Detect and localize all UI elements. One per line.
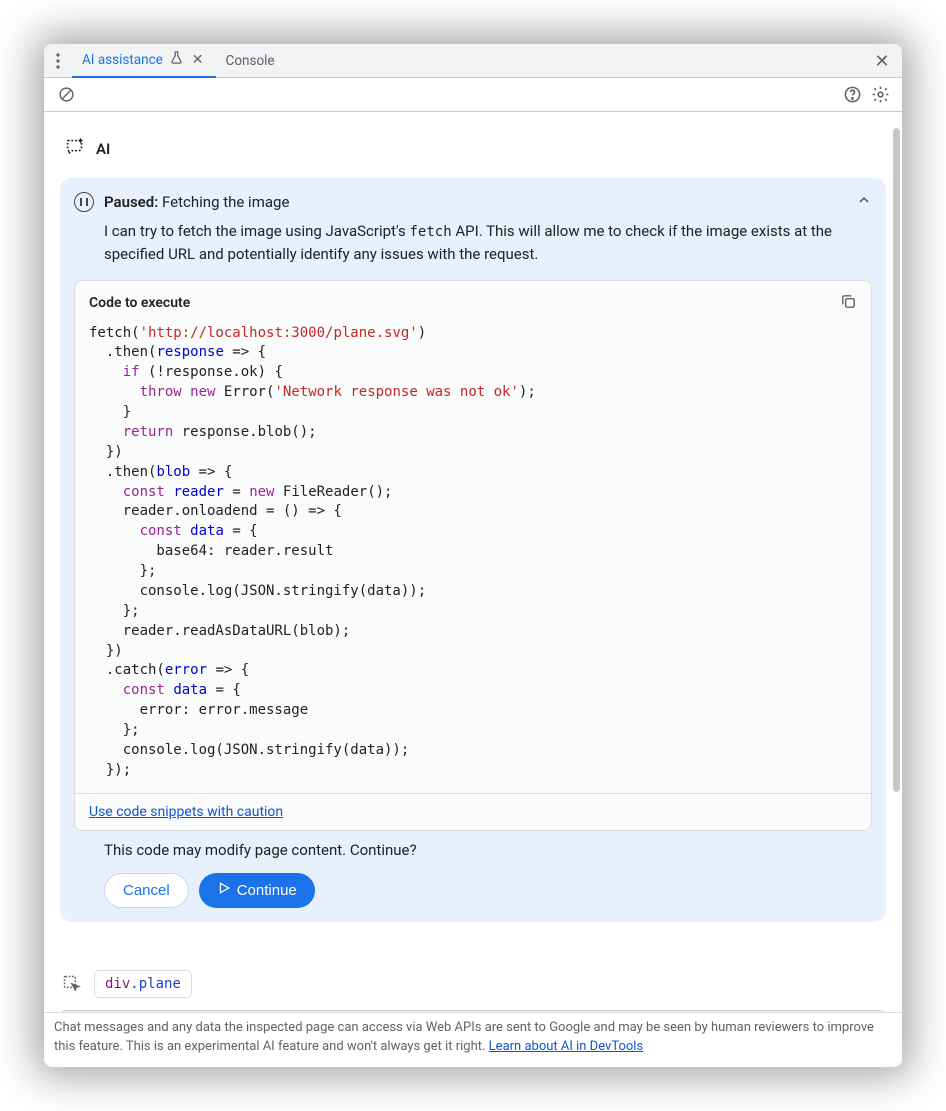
play-icon — [217, 881, 231, 899]
code-card-title: Code to execute — [89, 295, 190, 311]
footer-link[interactable]: Learn about AI in DevTools — [489, 1039, 643, 1054]
tab-label: Console — [226, 53, 275, 69]
element-selector-row: div.plane — [60, 970, 886, 998]
tab-bar: AI assistance ✕ Console ✕ — [44, 44, 902, 78]
paused-card: Paused: Fetching the image I can try to … — [60, 178, 886, 922]
help-icon[interactable] — [838, 81, 866, 109]
devtools-panel: AI assistance ✕ Console ✕ AI — [44, 44, 902, 1067]
code-block: fetch('http://localhost:3000/plane.svg')… — [75, 318, 871, 793]
close-icon[interactable]: ✕ — [190, 52, 206, 68]
element-picker-icon[interactable] — [60, 972, 84, 996]
ai-label: AI — [96, 140, 110, 158]
main-content: AI Paused: Fetching the image I can try … — [44, 112, 902, 1012]
prompt-input[interactable]: Ask a question about the selected elemen… — [60, 1010, 886, 1013]
ai-header: AI — [60, 128, 886, 178]
chevron-up-icon[interactable] — [856, 192, 872, 212]
continue-button[interactable]: Continue — [199, 873, 315, 908]
flask-icon — [169, 50, 184, 69]
clear-icon[interactable] — [52, 81, 80, 109]
close-panel-button[interactable]: ✕ — [868, 44, 896, 78]
tab-label: AI assistance — [82, 52, 163, 68]
copy-icon[interactable] — [840, 293, 857, 314]
modify-warning: This code may modify page content. Conti… — [104, 841, 872, 859]
cancel-button[interactable]: Cancel — [104, 873, 189, 908]
paused-body: I can try to fetch the image using JavaS… — [104, 220, 872, 266]
code-card: Code to execute fetch('http://localhost:… — [74, 280, 872, 831]
gear-icon[interactable] — [866, 81, 894, 109]
tab-ai-assistance[interactable]: AI assistance ✕ — [72, 44, 216, 78]
caution-link[interactable]: Use code snippets with caution — [75, 793, 871, 830]
footer: Chat messages and any data the inspected… — [44, 1012, 902, 1067]
paused-title: Paused: Fetching the image — [104, 193, 289, 211]
button-row: Cancel Continue — [104, 873, 872, 908]
toolbar — [44, 78, 902, 112]
element-chip[interactable]: div.plane — [94, 970, 192, 998]
more-menu-button[interactable] — [44, 44, 72, 78]
ai-chat-icon — [64, 136, 86, 162]
pause-icon — [74, 192, 94, 212]
tab-console[interactable]: Console — [216, 44, 285, 78]
